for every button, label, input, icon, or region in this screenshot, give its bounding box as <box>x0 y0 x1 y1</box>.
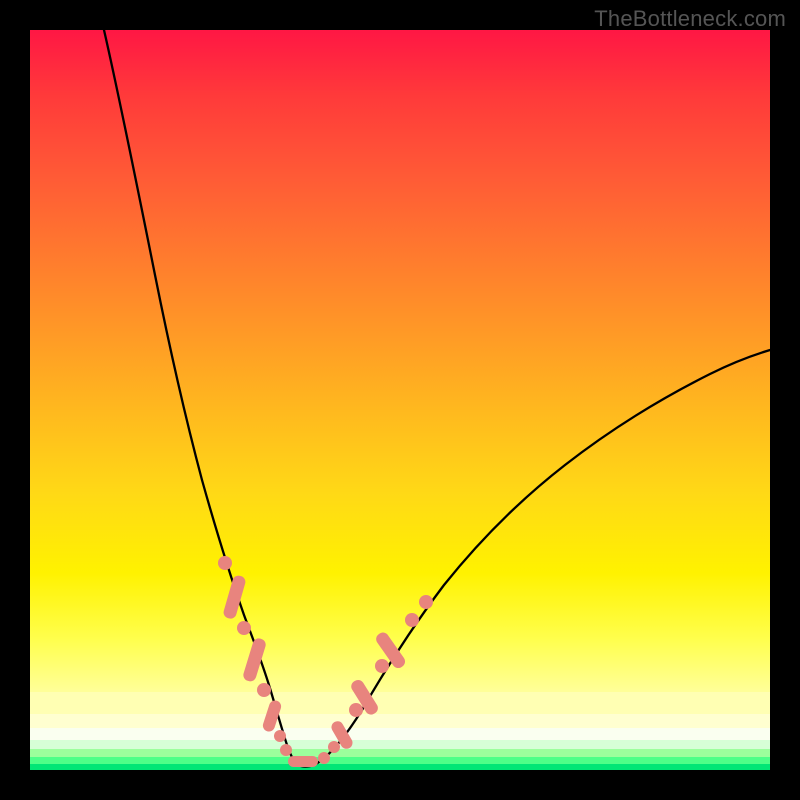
dot-right-2 <box>375 659 389 673</box>
dot-left-4 <box>274 730 286 742</box>
dot-left-1 <box>218 556 232 570</box>
plot-area <box>30 30 770 770</box>
dot-valley-1 <box>280 744 292 756</box>
dot-valley-3 <box>328 741 340 753</box>
dot-right-3 <box>405 613 419 627</box>
dot-left-2 <box>237 621 251 635</box>
dot-valley-2 <box>318 752 330 764</box>
watermark-text: TheBottleneck.com <box>594 6 786 32</box>
dot-right-4 <box>419 595 433 609</box>
pill-left-3 <box>261 699 282 733</box>
pill-valley-1 <box>288 756 318 767</box>
dot-left-3 <box>257 683 271 697</box>
dot-right-1 <box>349 703 363 717</box>
curve-svg <box>30 30 770 770</box>
chart-frame: TheBottleneck.com <box>0 0 800 800</box>
pill-left-2 <box>242 637 267 683</box>
bottleneck-curve <box>104 30 770 767</box>
